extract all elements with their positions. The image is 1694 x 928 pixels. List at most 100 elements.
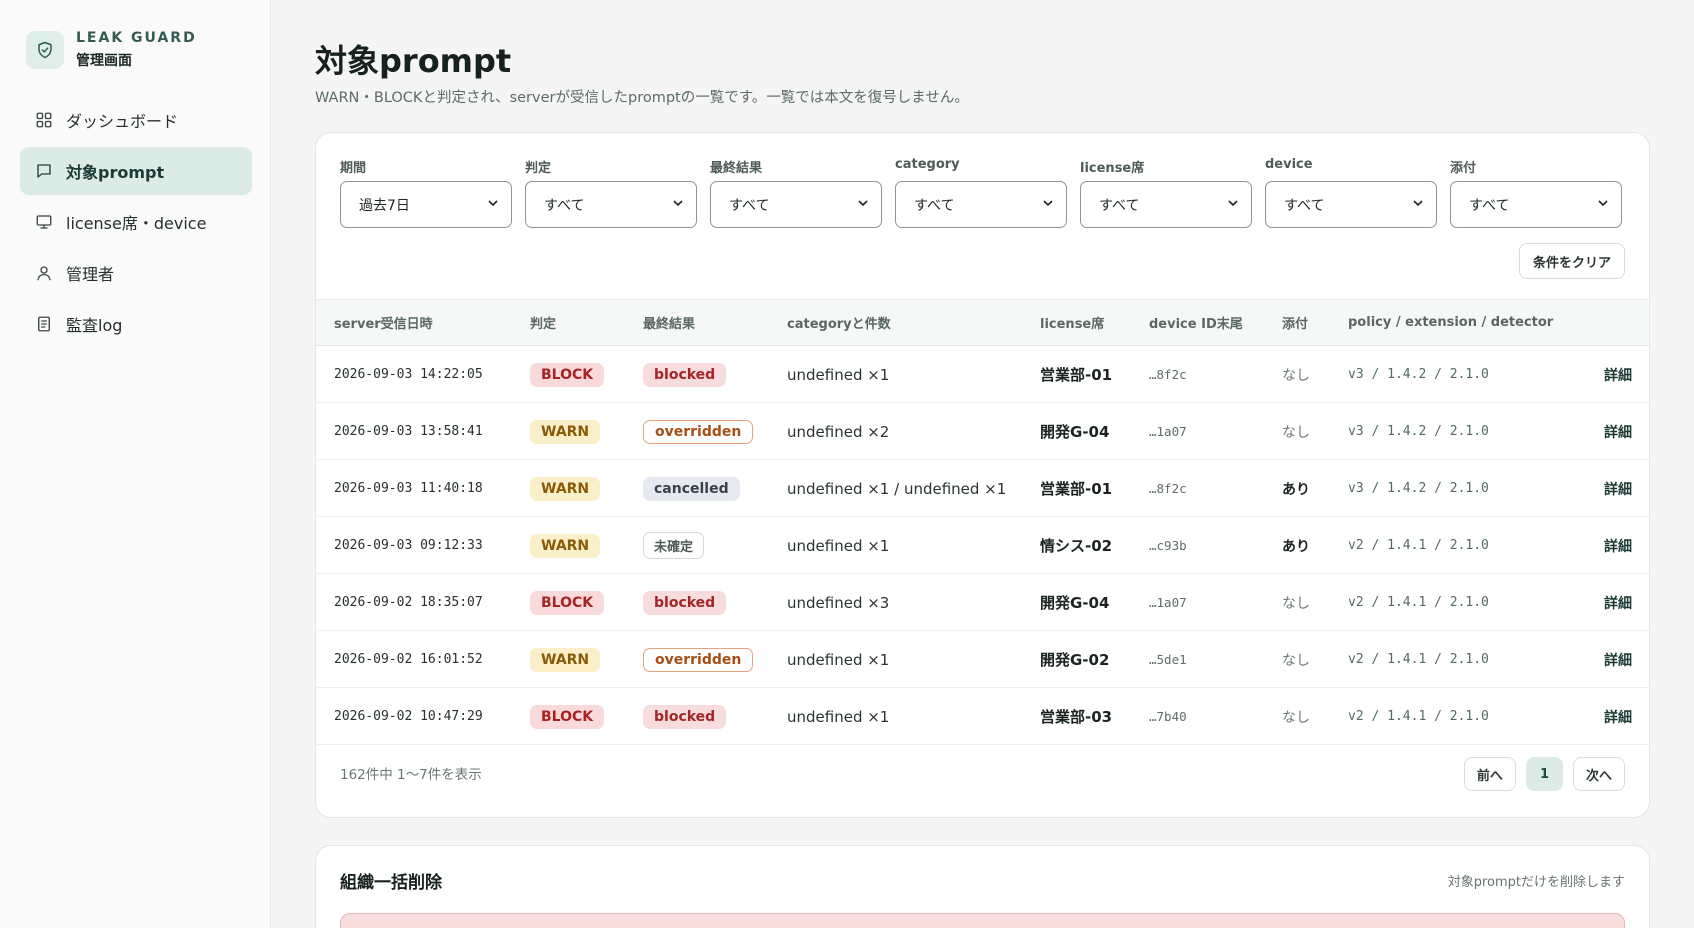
- device-id-suffix: …8f2c: [1149, 481, 1187, 496]
- select-value: すべて: [544, 197, 585, 214]
- bulk-delete-note: 対象promptだけを削除します: [1447, 875, 1625, 890]
- sidebar-item-admins[interactable]: 管理者: [20, 249, 252, 297]
- detail-link[interactable]: 詳細: [1604, 346, 1632, 403]
- filter-attachment: 添付 すべて: [1450, 157, 1622, 228]
- filter-label: device: [1265, 157, 1313, 172]
- device-id-suffix: …1a07: [1149, 595, 1187, 610]
- result-badge: overridden: [643, 647, 754, 672]
- received-time: 2026-09-02 18:35:07: [334, 595, 483, 610]
- chevron-down-icon: [1412, 197, 1424, 213]
- category-count: undefined ×1: [787, 650, 890, 669]
- category-select[interactable]: すべて: [895, 181, 1067, 228]
- policy-versions: v3 / 1.4.2 / 2.1.0: [1348, 424, 1489, 439]
- device-select[interactable]: すべて: [1265, 181, 1437, 228]
- device-id-suffix: …7b40: [1149, 709, 1187, 724]
- verdict-select[interactable]: すべて: [525, 181, 697, 228]
- license-seat: 情シス-02: [1040, 537, 1113, 555]
- filter-label: 判定: [525, 161, 552, 176]
- select-value: すべて: [1099, 197, 1140, 214]
- brand: LEAK GUARD 管理画面: [26, 30, 197, 70]
- prev-page-button[interactable]: 前へ: [1463, 757, 1516, 791]
- verdict-badge: WARN: [530, 647, 601, 672]
- received-time: 2026-09-02 16:01:52: [334, 652, 483, 667]
- sidebar-item-target-prompt[interactable]: 対象prompt: [20, 147, 252, 195]
- filter-label: category: [895, 157, 960, 172]
- monitor-icon: [34, 212, 54, 232]
- policy-versions: v2 / 1.4.1 / 2.1.0: [1348, 709, 1489, 724]
- device-id-suffix: …c93b: [1149, 538, 1187, 553]
- document-icon: [34, 314, 54, 334]
- sidebar-item-label: 対象prompt: [66, 163, 165, 182]
- detail-link[interactable]: 詳細: [1604, 631, 1632, 688]
- attachment-status: あり: [1282, 538, 1310, 555]
- device-id-suffix: …8f2c: [1149, 367, 1187, 382]
- detail-link[interactable]: 詳細: [1604, 517, 1632, 574]
- user-icon: [34, 263, 54, 283]
- attachment-select[interactable]: すべて: [1450, 181, 1622, 228]
- sidebar-item-license-device[interactable]: license席・device: [20, 198, 252, 246]
- detail-link[interactable]: 詳細: [1604, 688, 1632, 745]
- result-badge: blocked: [643, 590, 727, 615]
- final-result-select[interactable]: すべて: [710, 181, 882, 228]
- license-seat: 開発G-02: [1040, 651, 1110, 669]
- column-header-license: license席: [1040, 317, 1105, 332]
- table-header: server受信日時 判定 最終結果 categoryと件数 license席 …: [316, 299, 1649, 346]
- period-select[interactable]: 過去7日: [340, 181, 512, 228]
- result-badge: blocked: [643, 704, 727, 729]
- next-page-button[interactable]: 次へ: [1572, 757, 1625, 791]
- result-badge: 未確定: [643, 532, 705, 559]
- select-value: すべて: [914, 197, 955, 214]
- policy-versions: v2 / 1.4.1 / 2.1.0: [1348, 538, 1489, 553]
- license-select[interactable]: すべて: [1080, 181, 1252, 228]
- license-seat: 開発G-04: [1040, 594, 1110, 612]
- sidebar-item-audit-log[interactable]: 監査log: [20, 300, 252, 348]
- sidebar-item-dashboard[interactable]: ダッシュボード: [20, 96, 252, 144]
- prompt-list-card: 期間 過去7日 判定 すべて 最終結果 すべて category すべて lic…: [315, 132, 1650, 818]
- detail-link[interactable]: 詳細: [1604, 574, 1632, 631]
- license-seat: 営業部-01: [1040, 480, 1113, 498]
- table-row[interactable]: 2026-09-02 16:01:52 WARN overridden unde…: [316, 631, 1649, 688]
- sidebar-item-label: 管理者: [66, 265, 115, 284]
- table-row[interactable]: 2026-09-02 10:47:29 BLOCK blocked undefi…: [316, 688, 1649, 745]
- category-count: undefined ×1 / undefined ×1: [787, 479, 1007, 498]
- column-header-attachment: 添付: [1282, 317, 1309, 332]
- detail-link[interactable]: 詳細: [1604, 460, 1632, 517]
- page-title: 対象prompt: [315, 42, 512, 80]
- detail-link[interactable]: 詳細: [1604, 403, 1632, 460]
- bulk-delete-card: 組織一括削除 対象promptだけを削除します: [315, 845, 1650, 928]
- policy-versions: v3 / 1.4.2 / 2.1.0: [1348, 481, 1489, 496]
- table-row[interactable]: 2026-09-03 11:40:18 WARN cancelled undef…: [316, 460, 1649, 517]
- policy-versions: v3 / 1.4.2 / 2.1.0: [1348, 367, 1489, 382]
- attachment-status: あり: [1282, 481, 1310, 498]
- received-time: 2026-09-03 14:22:05: [334, 367, 483, 382]
- table-row[interactable]: 2026-09-02 18:35:07 BLOCK blocked undefi…: [316, 574, 1649, 631]
- column-header-final-result: 最終結果: [643, 317, 696, 332]
- received-time: 2026-09-03 11:40:18: [334, 481, 483, 496]
- brand-subtitle: 管理画面: [76, 53, 132, 69]
- select-value: すべて: [729, 197, 770, 214]
- category-count: undefined ×1: [787, 707, 890, 726]
- sidebar-nav: ダッシュボード 対象prompt license席・device 管理者 監査l…: [20, 96, 252, 351]
- sidebar-item-label: license席・device: [66, 214, 207, 233]
- chevron-down-icon: [857, 197, 869, 213]
- select-value: 過去7日: [359, 197, 410, 214]
- filter-label: 添付: [1450, 161, 1477, 176]
- page-description: WARN・BLOCKと判定され、serverが受信したpromptの一覧です。一…: [315, 90, 969, 106]
- chat-icon: [34, 161, 54, 181]
- license-seat: 開発G-04: [1040, 423, 1110, 441]
- verdict-badge: WARN: [530, 476, 601, 501]
- verdict-badge: BLOCK: [530, 362, 605, 387]
- device-id-suffix: …1a07: [1149, 424, 1187, 439]
- column-header-policy-versions: policy / extension / detector: [1348, 315, 1554, 330]
- page-1-button[interactable]: 1: [1525, 757, 1563, 791]
- clear-filters-button[interactable]: 条件をクリア: [1518, 243, 1625, 279]
- shield-icon: [26, 31, 64, 69]
- bulk-delete-title: 組織一括削除: [340, 873, 442, 893]
- brand-name: LEAK GUARD: [76, 30, 197, 46]
- chevron-down-icon: [487, 197, 499, 213]
- table-row[interactable]: 2026-09-03 14:22:05 BLOCK blocked undefi…: [316, 346, 1649, 403]
- table-row[interactable]: 2026-09-03 13:58:41 WARN overridden unde…: [316, 403, 1649, 460]
- table-row[interactable]: 2026-09-03 09:12:33 WARN 未確定 undefined ×…: [316, 517, 1649, 574]
- sidebar-item-label: 監査log: [66, 316, 123, 335]
- attachment-status: なし: [1282, 424, 1310, 441]
